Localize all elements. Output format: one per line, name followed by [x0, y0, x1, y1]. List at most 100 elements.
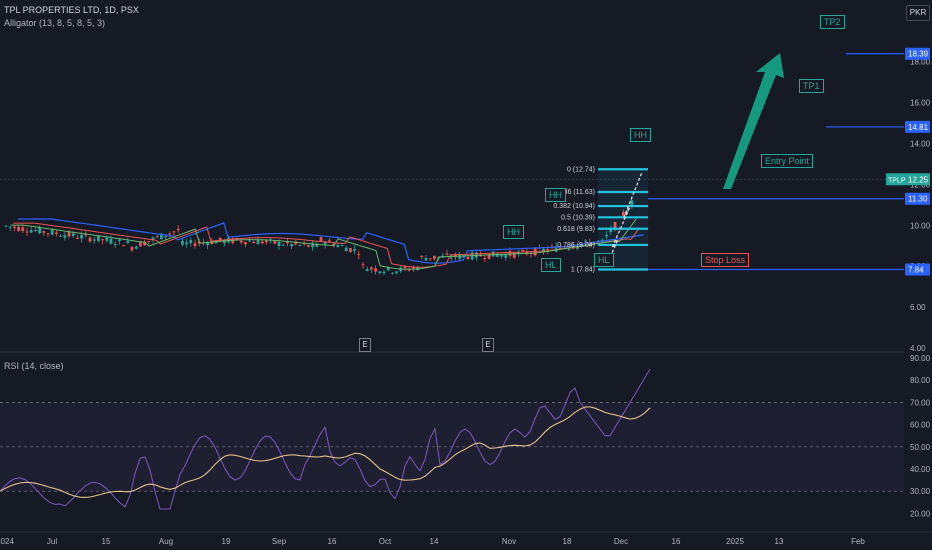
candle	[42, 231, 46, 233]
candle	[391, 272, 394, 274]
candle	[357, 253, 361, 256]
candle	[491, 251, 495, 257]
candle	[328, 240, 331, 242]
candle	[428, 258, 432, 260]
candle	[17, 226, 20, 231]
time-axis-tick: 14	[430, 537, 439, 546]
candle	[365, 269, 369, 272]
hl-label-1[interactable]: HL	[541, 258, 561, 272]
currency-button[interactable]: PKR	[906, 5, 930, 21]
candle	[260, 241, 264, 244]
candle	[323, 242, 327, 245]
candle	[244, 242, 247, 245]
price-axis-tick: 4.00	[910, 344, 926, 353]
candle	[248, 240, 251, 242]
candle	[38, 227, 41, 234]
candle	[67, 231, 71, 237]
candle	[134, 246, 138, 249]
rsi-axis-tick: 50.00	[910, 443, 931, 452]
candle	[25, 231, 29, 233]
candle	[8, 226, 12, 228]
price-axis-tick: 16.00	[910, 99, 931, 108]
time-axis-tick: Dec	[614, 537, 628, 546]
price-axis-label-text: 11.30	[908, 195, 928, 204]
entry-point-label[interactable]: Entry Point	[761, 154, 814, 168]
candle	[298, 244, 302, 246]
candle	[164, 236, 167, 238]
time-axis-tick: Sep	[272, 537, 287, 546]
candle	[21, 227, 25, 231]
candle	[168, 233, 172, 235]
stop-loss-label[interactable]: Stop Loss	[701, 253, 750, 267]
time-axis-tick: Oct	[379, 537, 392, 546]
candle	[521, 250, 524, 252]
price-axis-tick: 14.00	[910, 140, 931, 149]
rsi-indicator-label[interactable]: RSI (14, close)	[4, 361, 64, 371]
candle	[361, 264, 365, 266]
candle	[185, 242, 188, 244]
candle	[378, 271, 382, 274]
candle	[176, 228, 180, 231]
hh-label-2[interactable]: HH	[545, 188, 566, 202]
candle	[46, 233, 50, 235]
candle	[265, 240, 268, 243]
candle	[449, 257, 453, 259]
candle	[172, 231, 176, 233]
candle	[344, 247, 348, 252]
candle	[340, 245, 344, 247]
candle	[130, 247, 134, 251]
time-axis-tick: 2024	[0, 537, 14, 546]
hh-label-1[interactable]: HH	[503, 225, 524, 239]
fib-level-label: 0 (12.74)	[567, 166, 595, 173]
fib-level-label: 1 (7.84)	[571, 266, 595, 273]
tp1-label[interactable]: TP1	[799, 79, 824, 93]
earnings-marker-2[interactable]: E	[482, 338, 494, 352]
candle	[508, 251, 512, 256]
time-axis-tick: 2025	[726, 537, 744, 546]
candle	[567, 248, 571, 250]
time-axis-tick: 16	[328, 537, 337, 546]
chart-canvas[interactable]: 18.0016.0014.0012.0010.008.006.004.0090.…	[0, 0, 932, 550]
hh-label-3[interactable]: HH	[630, 128, 651, 142]
candle	[290, 243, 293, 247]
candle	[59, 235, 62, 237]
price-axis-tick: 10.00	[910, 221, 931, 230]
candle	[63, 235, 67, 238]
candle	[403, 266, 407, 269]
candle	[97, 235, 100, 241]
candle	[155, 236, 159, 238]
candle	[29, 230, 33, 233]
candle	[71, 233, 75, 237]
symbol-tag-text: TPLP	[888, 177, 906, 184]
candle	[122, 245, 125, 247]
time-axis-tick: Jul	[47, 537, 57, 546]
candle	[189, 239, 193, 244]
candle	[281, 244, 285, 246]
candle	[374, 268, 377, 272]
candle	[256, 239, 260, 245]
earnings-marker-1[interactable]: E	[359, 338, 371, 352]
candle	[55, 232, 58, 234]
price-axis-label-text: 12.25	[908, 175, 929, 184]
candle	[500, 254, 503, 257]
hl-label-2[interactable]: HL	[594, 253, 614, 267]
candle	[88, 237, 92, 242]
candle	[13, 226, 16, 228]
candle	[109, 238, 113, 244]
candle	[239, 240, 243, 243]
candle	[50, 229, 54, 235]
rsi-axis-tick: 60.00	[910, 421, 931, 430]
candle	[319, 237, 323, 242]
alligator-indicator-label[interactable]: Alligator (13, 8, 5, 8, 5, 3)	[4, 18, 105, 28]
price-axis-label-text: 14.81	[908, 123, 929, 132]
candle	[466, 256, 470, 259]
candle	[105, 237, 109, 241]
candle	[80, 234, 83, 239]
rsi-axis-tick: 90.00	[910, 354, 931, 363]
time-axis-tick: Aug	[159, 537, 173, 546]
candle	[252, 241, 256, 244]
time-axis-tick: Nov	[502, 537, 516, 546]
candle	[277, 241, 281, 246]
tp2-label[interactable]: TP2	[820, 15, 845, 29]
price-axis-label-text: 7.84	[908, 265, 924, 274]
